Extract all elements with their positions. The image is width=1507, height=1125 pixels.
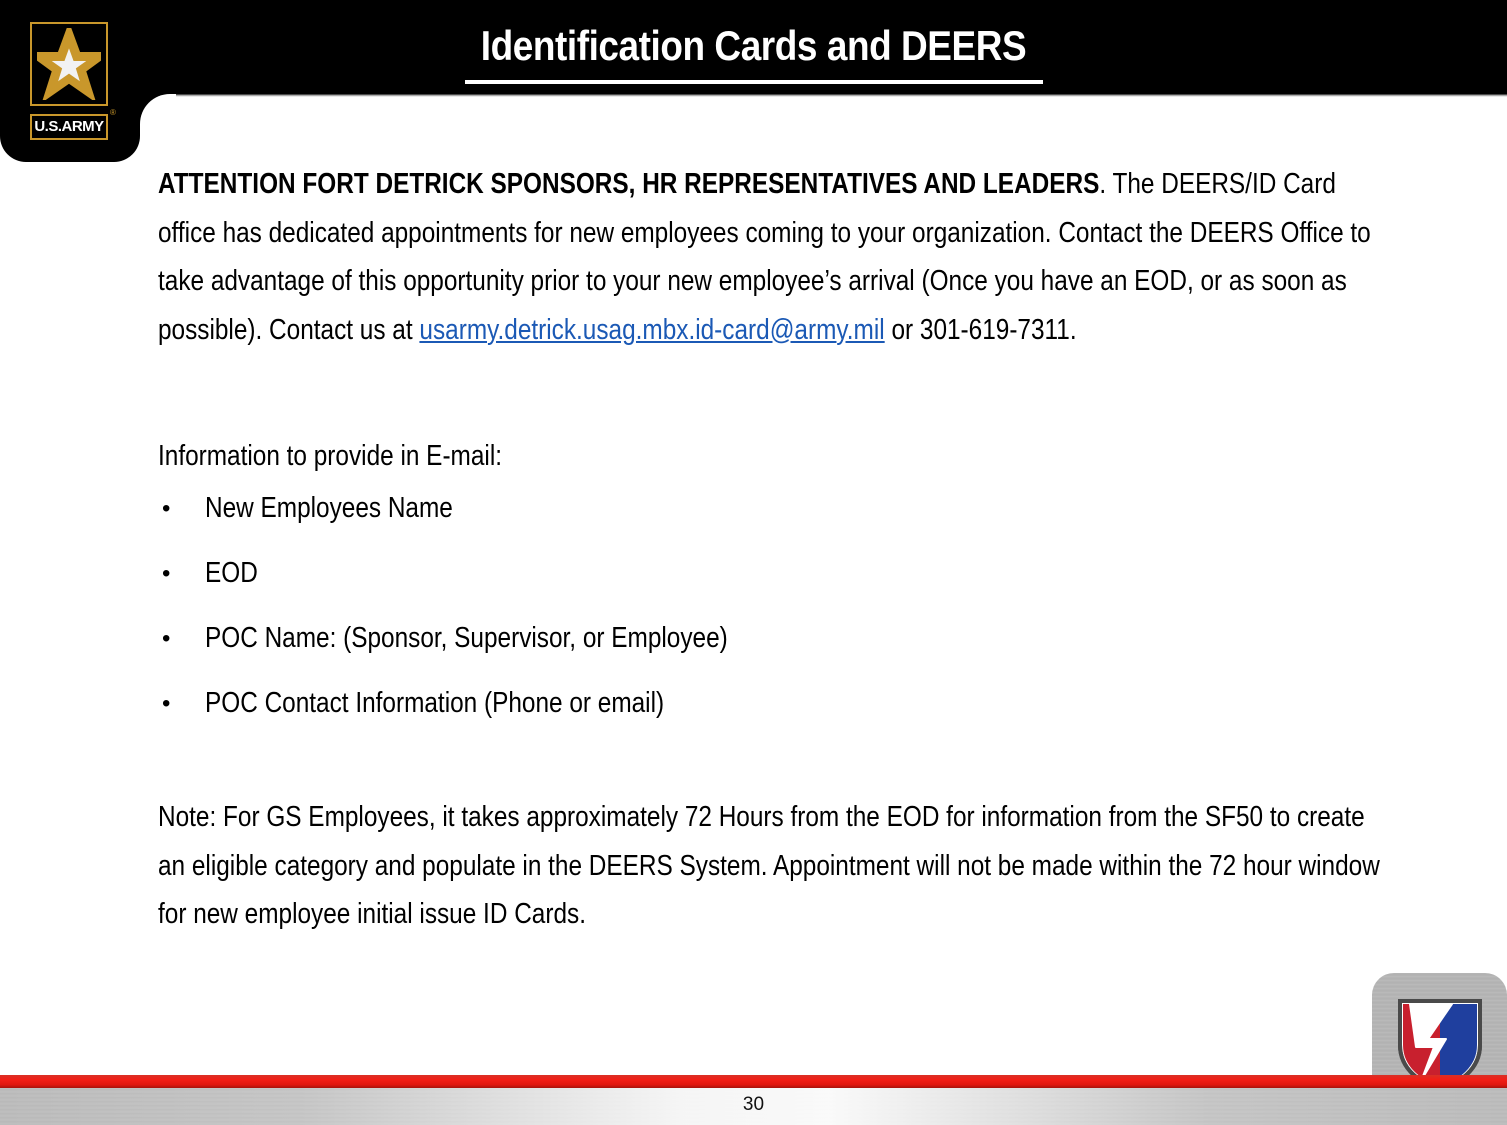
page-title: Identification Cards and DEERS <box>480 22 1027 69</box>
note-paragraph: Note: For GS Employees, it takes approxi… <box>158 801 1380 930</box>
army-wordmark: U.S.ARMY <box>30 114 108 140</box>
list-item-label: POC Name: (Sponsor, Supervisor, or Emplo… <box>205 622 728 654</box>
info-bullet-list: • New Employees Name • EOD • POC Name: (… <box>158 476 1398 736</box>
bullet-marker-icon: • <box>162 560 171 587</box>
us-army-logo: U.S.ARMY ® <box>30 22 116 148</box>
bullet-marker-icon: • <box>162 690 171 717</box>
footer-red-band <box>0 1075 1507 1088</box>
registered-mark: ® <box>110 108 116 117</box>
logo-corner-notch <box>140 94 176 134</box>
spacer-after-intro <box>158 354 1398 436</box>
list-item-label: POC Contact Information (Phone or email) <box>205 687 665 719</box>
imcom-shield-badge <box>1372 973 1507 1091</box>
attention-lead: ATTENTION FORT DETRICK SPONSORS, HR REPR… <box>158 168 1100 200</box>
list-item-label: New Employees Name <box>205 492 453 524</box>
intro-text-after-link: or 301-619-7311. <box>884 313 1077 346</box>
email-link[interactable]: usarmy.detrick.usag.mbx.id-card@army.mil <box>419 314 884 346</box>
page-title-underline <box>465 80 1043 84</box>
bullet-marker-icon: • <box>162 495 171 522</box>
slide-body: ATTENTION FORT DETRICK SPONSORS, HR REPR… <box>158 160 1398 939</box>
list-item: • POC Name: (Sponsor, Supervisor, or Emp… <box>158 606 1398 671</box>
intro-paragraph: ATTENTION FORT DETRICK SPONSORS, HR REPR… <box>158 160 1398 354</box>
lead-in-text: Information to provide in E-mail: <box>158 440 503 472</box>
list-item: • POC Contact Information (Phone or emai… <box>158 671 1398 736</box>
slide-canvas: Identification Cards and DEERS U.S.ARMY … <box>0 0 1507 1125</box>
list-item: • EOD <box>158 541 1398 606</box>
spacer-before-note <box>158 736 1398 793</box>
header-underline <box>0 94 1507 97</box>
army-star-icon <box>37 28 101 100</box>
page-number: 30 <box>742 1094 765 1115</box>
bullet-marker-icon: • <box>162 625 171 652</box>
list-item: • New Employees Name <box>158 476 1398 541</box>
list-item-label: EOD <box>205 557 258 589</box>
